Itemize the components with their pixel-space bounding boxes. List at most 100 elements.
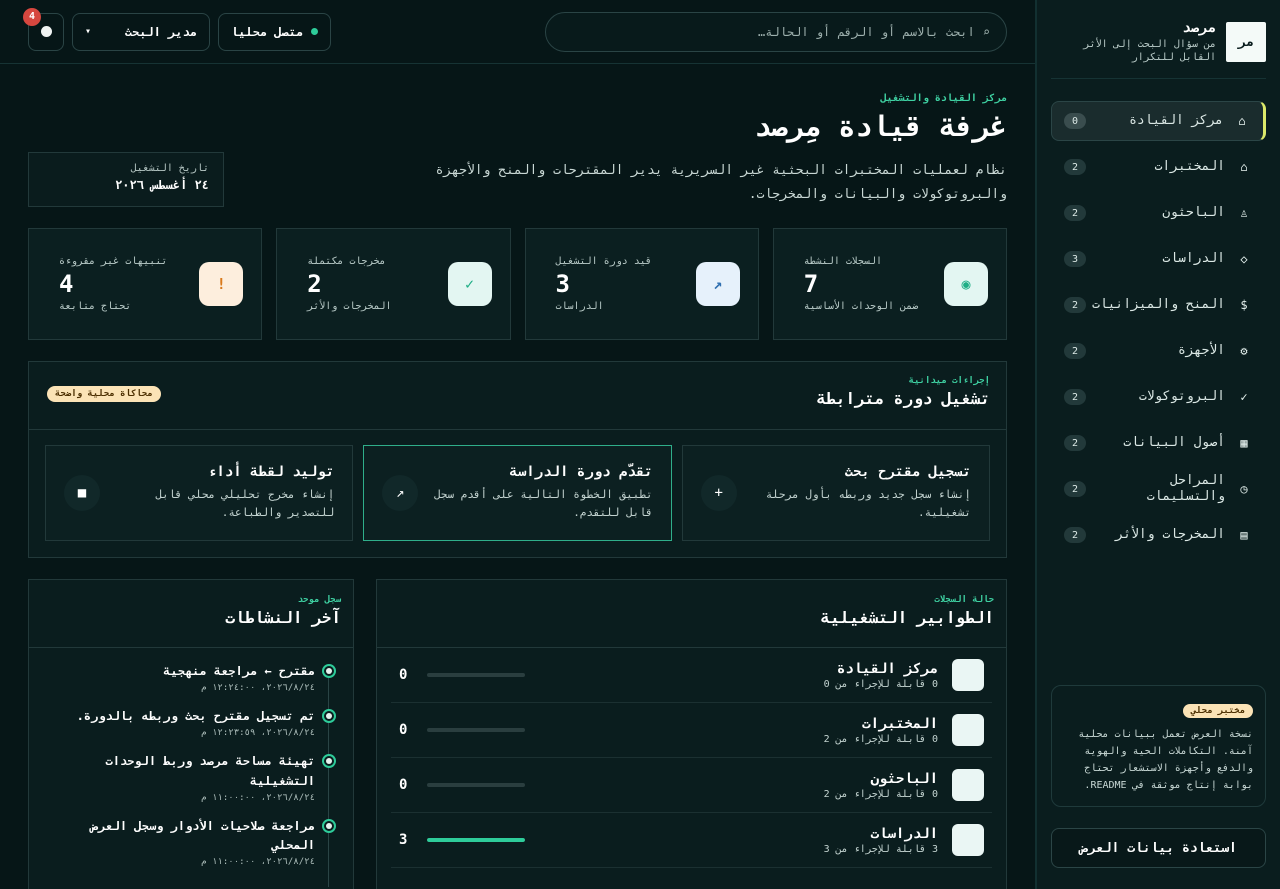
stat-card: ! تنبيهات غير مقروءة 4 تحتاج متابعة — [28, 228, 263, 340]
action-card-title: تسجيل مقترح بحث — [844, 464, 971, 481]
queue-sub: 0 قابلة للإجراء من 2 — [823, 788, 938, 800]
sidebar-item-count: 2 — [1064, 435, 1086, 451]
timeline-dot-icon — [322, 709, 336, 724]
activity-item: مقترح ← مراجعة منهجية ٢٠٢٦/٨/٢٤، ١٢:٢٤:٠٠… — [43, 662, 339, 693]
sidebar-item[interactable]: ▤ المخرجات والأثر 2 — [1051, 515, 1266, 555]
restore-demo-data-button[interactable]: استعادة بيانات العرض — [1051, 828, 1266, 868]
queue-icon-box — [952, 824, 984, 856]
queue-row[interactable]: المختبرات 0 قابلة للإجراء من 2 0 — [391, 703, 992, 758]
queue-row[interactable]: الدراسات 3 قابلة للإجراء من 3 3 — [391, 813, 992, 868]
queue-name: الدراسات — [870, 825, 938, 842]
sidebar-nav: ⌂ مركز القيادة 0 ⌂ المختبرات 2 ♙ الباحثون 2 ◇ الدر… — [1051, 101, 1266, 555]
database-icon: ▦ — [1240, 436, 1248, 450]
brand-name: مرصد — [1182, 20, 1216, 36]
sidebar-item[interactable]: ⌂ مركز القيادة 0 — [1051, 101, 1266, 141]
stat-value: 4 — [59, 270, 74, 298]
sidebar-item-count: 2 — [1064, 343, 1086, 359]
queue-progress-bar — [427, 673, 525, 677]
alert-icon: ! — [199, 262, 244, 306]
queue-sub: 0 قابلة للإجراء من 0 — [823, 678, 938, 690]
sidebar-item[interactable]: ◇ الدراسات 3 — [1051, 239, 1266, 279]
action-card-description: إنشاء سجل جديد وربطه بأول مرحلة تشغيلية. — [765, 488, 971, 519]
timeline-dot-icon — [322, 664, 336, 678]
simulation-badge: محاكاة محلية واضحة — [47, 386, 161, 402]
local-lab-badge: مختبر محلي — [1182, 704, 1253, 718]
queue-name: الباحثون — [870, 770, 938, 787]
sidebar-item[interactable]: ♙ الباحثون 2 — [1051, 193, 1266, 233]
dollar-icon: $ — [1240, 298, 1248, 312]
sidebar: مر مرصد من سؤال البحث إلى الأثر القابل ل… — [1035, 0, 1280, 889]
sidebar-item-label: الدراسات — [1162, 251, 1225, 267]
notifications-button[interactable]: 4 — [23, 7, 64, 51]
grid-icon: ⌂ — [1238, 114, 1246, 128]
queue-progress-bar — [427, 728, 525, 732]
stat-label: السجلات النشطة — [803, 256, 883, 267]
action-card-text: توليد لقطة أداء إنشاء مخرج تحليلي محلي قا… — [114, 464, 335, 521]
sidebar-item[interactable]: ▦ أصول البيانات 2 — [1051, 423, 1266, 463]
page-title: غرفة قيادة مِرصد — [754, 110, 1007, 143]
search-input[interactable]: ⌕ ابحث بالاسم أو الرقم أو الحالة… — [545, 11, 1007, 52]
queues-title: الطوابير التشغيلية — [820, 608, 994, 627]
main-content: ⌕ ابحث بالاسم أو الرقم أو الحالة… متصل م… — [0, 0, 1035, 889]
action-card[interactable]: تسجيل مقترح بحث إنشاء سجل جديد وربطه بأول… — [681, 445, 990, 541]
queue-progress-fill — [427, 838, 525, 842]
queue-icon-box — [952, 714, 984, 746]
sidebar-item[interactable]: ⚙ الأجهزة 2 — [1051, 331, 1266, 371]
sidebar-item-label: المختبرات — [1154, 159, 1225, 175]
sidebar-item-count: 2 — [1064, 159, 1086, 175]
queue-count: 0 — [399, 667, 408, 683]
recent-activity-panel: سجل موحد آخر النشاطات مقترح ← مراجعة منه… — [28, 579, 354, 889]
check-icon: ✓ — [1240, 390, 1248, 404]
operation-date-value: ٢٤ أغسطس ٢٠٢٦ — [115, 178, 209, 192]
field-actions-eyebrow: إجراءات ميدانية — [908, 376, 990, 386]
stat-label: قيد دورة التشغيل — [555, 256, 652, 267]
topbar: ⌕ ابحث بالاسم أو الرقم أو الحالة… متصل م… — [0, 0, 1035, 64]
queue-progress-bar — [427, 838, 525, 842]
queue-name: مركز القيادة — [836, 660, 938, 677]
stat-value: 2 — [307, 270, 322, 298]
sidebar-item-label: البروتوكولات — [1138, 389, 1225, 405]
brand-logo: مر — [1226, 22, 1266, 62]
stat-sub: الدراسات — [555, 301, 604, 312]
stat-value: 3 — [555, 270, 570, 298]
activity-time: ٢٠٢٦/٨/٢٤، ١٢:٢٤:٠٠ م — [201, 683, 315, 694]
stat-value: 7 — [803, 270, 819, 298]
square-icon: ■ — [64, 475, 101, 511]
action-card-description: تطبيق الخطوة التالية على أقدم سجل قابل ل… — [434, 488, 653, 519]
search-icon: ⌕ — [982, 24, 990, 39]
sidebar-item[interactable]: ◷ المراحل والتسليمات 2 — [1051, 469, 1266, 509]
sidebar-item[interactable]: ✓ البروتوكولات 2 — [1051, 377, 1266, 417]
activity-time: ٢٠٢٦/٨/٢٤، ١١:٠٠:٠٠ م — [201, 857, 315, 868]
action-card-title: توليد لقطة أداء — [207, 464, 335, 481]
queue-row[interactable]: الباحثون 0 قابلة للإجراء من 2 0 — [391, 758, 992, 813]
sidebar-item-label: أصول البيانات — [1123, 435, 1225, 451]
action-card-description: إنشاء مخرج تحليلي محلي قابل للتصدير والط… — [155, 488, 335, 519]
activity-item: مراجعة صلاحيات الأدوار وسجل العرض المحلي… — [43, 817, 339, 867]
action-card[interactable]: تقدّم دورة الدراسة تطبيق الخطوة التالية ع… — [363, 445, 672, 541]
chevron-down-icon: ▾ — [85, 26, 92, 37]
document-icon: ▤ — [1240, 528, 1248, 542]
queue-name: المختبرات — [862, 715, 938, 732]
stat-sub: تحتاج متابعة — [59, 301, 132, 312]
queue-text: الدراسات 3 قابلة للإجراء من 3 — [525, 826, 938, 855]
stat-body: تنبيهات غير مقروءة 4 تحتاج متابعة — [47, 256, 199, 312]
sidebar-item[interactable]: ⌂ المختبرات 2 — [1051, 147, 1266, 187]
action-card[interactable]: توليد لقطة أداء إنشاء مخرج تحليلي محلي قا… — [45, 445, 354, 541]
queue-row[interactable]: مركز القيادة 0 قابلة للإجراء من 0 0 — [391, 648, 992, 703]
brand-tagline: من سؤال البحث إلى الأثر القابل للتكرار — [1083, 39, 1216, 63]
trend-icon: ↗ — [695, 262, 740, 306]
gear-icon: ⚙ — [1240, 344, 1248, 358]
activity-title: تم تسجيل مقترح بحث وربطه بالدورة. — [76, 709, 315, 724]
queue-icon-box — [952, 769, 984, 801]
field-actions-panel: إجراءات ميدانية تشغيل دورة مترابطة محاكا… — [28, 361, 1007, 558]
connection-status[interactable]: متصل محليا — [218, 12, 332, 51]
sidebar-item-count: 3 — [1064, 251, 1086, 267]
sidebar-item[interactable]: $ المنح والميزانيات 2 — [1051, 285, 1266, 325]
people-icon: ♙ — [1240, 206, 1248, 220]
action-card-title: تقدّم دورة الدراسة — [509, 464, 653, 481]
activity-item: تهيئة مساحة مرصد وربط الوحدات التشغيلية ٢… — [43, 752, 339, 803]
sidebar-item-label: الباحثون — [1162, 205, 1225, 221]
role-select[interactable]: مدير البحث ▾ — [72, 12, 210, 51]
activity-title: آخر النشاطات — [225, 608, 341, 627]
timeline-dot-icon — [322, 818, 336, 833]
